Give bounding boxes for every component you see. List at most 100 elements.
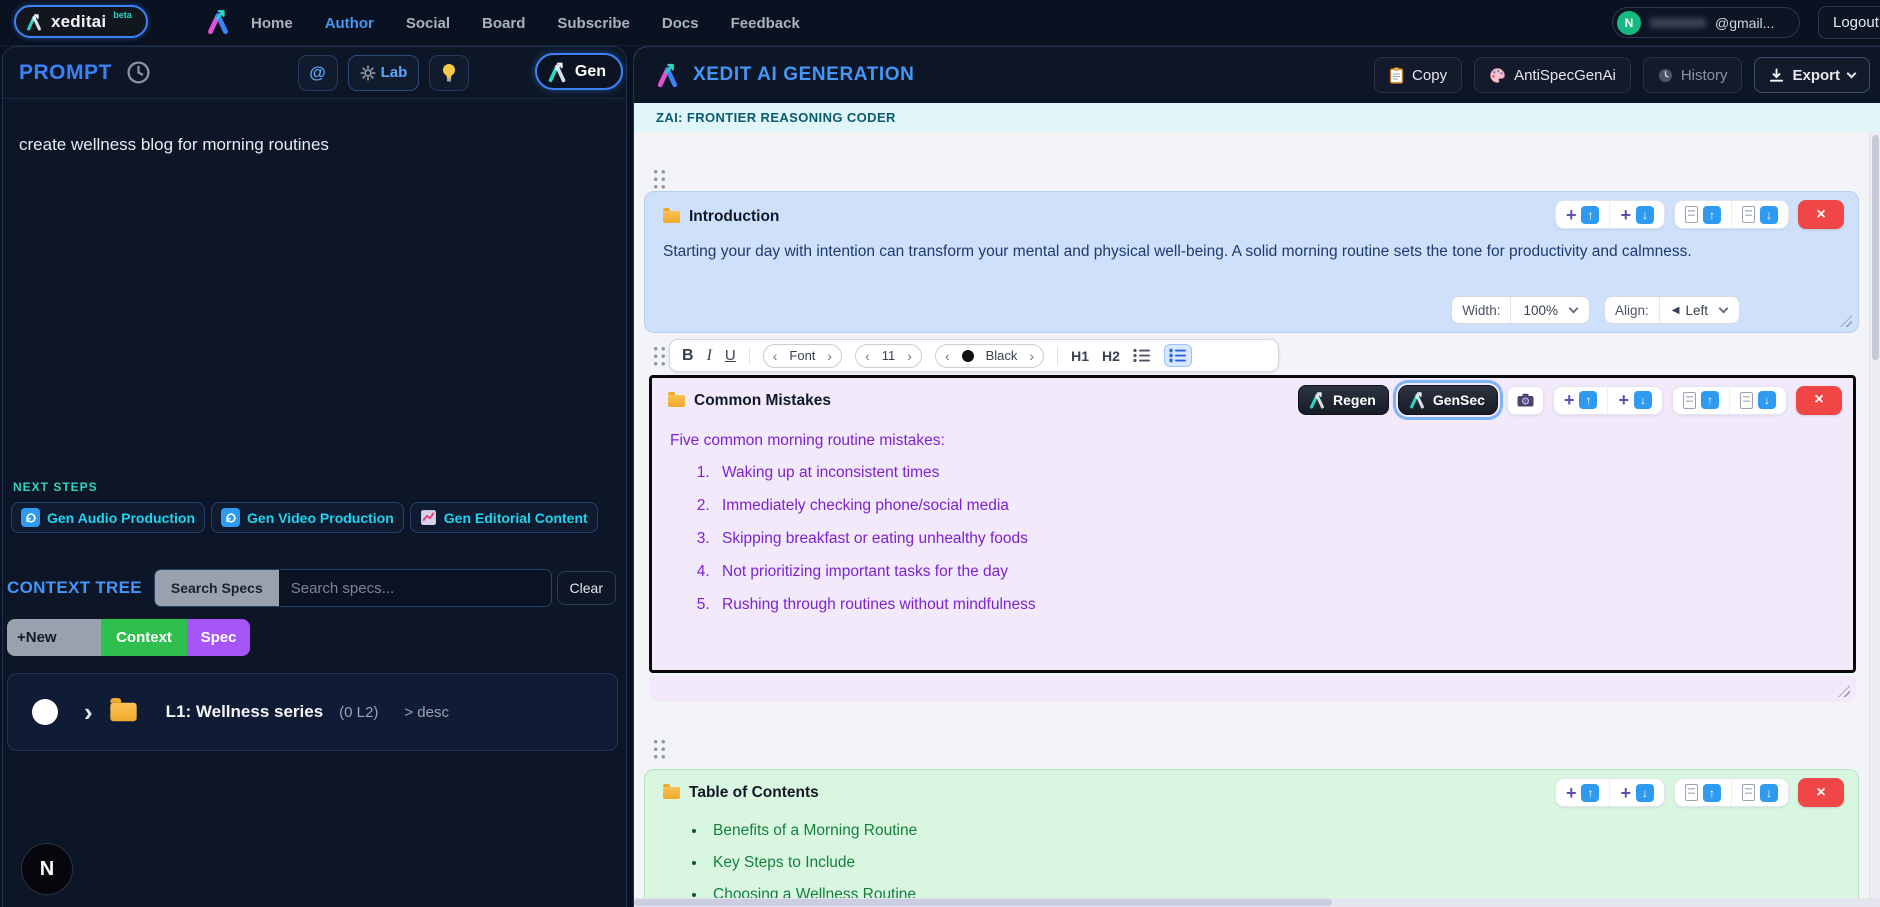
list-item[interactable]: Benefits of a Morning Routine	[707, 822, 1858, 840]
logout-button[interactable]: Logout	[1818, 6, 1880, 39]
close-icon: ×	[1816, 205, 1826, 223]
align-control: Align: ◀ Left	[1603, 296, 1740, 324]
section-body-text[interactable]: Five common morning routine mistakes:	[652, 410, 1853, 450]
section-common-mistakes[interactable]: Common Mistakes Regen GenSec + ↑ + ↓ ↑ ↓…	[649, 375, 1856, 673]
spec-toggle-button[interactable]: Spec	[187, 619, 250, 656]
prev-font-icon[interactable]: ‹	[773, 348, 778, 364]
document-icon	[1742, 784, 1755, 801]
next-steps-label: NEXT STEPS	[13, 480, 98, 494]
snapshot-button[interactable]	[1506, 385, 1544, 415]
profile-avatar[interactable]: N	[21, 843, 73, 895]
font-stepper[interactable]: ‹ Font ›	[762, 343, 843, 368]
add-section-above-button[interactable]: + ↑	[1554, 387, 1608, 414]
section-drag-handle[interactable]	[652, 345, 667, 367]
next-font-icon[interactable]: ›	[827, 348, 832, 364]
mention-button[interactable]: @	[297, 54, 338, 91]
gen-audio-button[interactable]: Gen Audio Production	[11, 502, 206, 533]
resize-handle[interactable]	[1840, 315, 1852, 327]
clear-search-button[interactable]: Clear	[556, 571, 616, 605]
bullet-list-button[interactable]	[1133, 348, 1151, 363]
spec-search-input[interactable]	[278, 570, 551, 606]
width-select[interactable]: 100%	[1511, 297, 1589, 323]
section-drag-handle[interactable]	[652, 738, 667, 760]
increase-size-icon[interactable]: ›	[907, 348, 912, 364]
tree-item-wellness-series[interactable]: › L1: Wellness series (0 L2) > desc	[7, 673, 618, 751]
section-body-text[interactable]: Starting your day with intention can tra…	[645, 226, 1830, 266]
nav-item-social[interactable]: Social	[406, 15, 450, 32]
history-clock-icon[interactable]	[126, 60, 151, 85]
app-logo[interactable]: xeditai beta	[14, 5, 148, 38]
delete-section-button[interactable]: ×	[1798, 778, 1844, 807]
gensec-button[interactable]: GenSec	[1397, 385, 1498, 415]
list-item[interactable]: Key Steps to Include	[707, 854, 1858, 872]
paste-above-button[interactable]: ↑	[1675, 779, 1731, 806]
list-item[interactable]: Immediately checking phone/social media	[714, 497, 1853, 515]
scrollbar-thumb[interactable]	[634, 899, 1332, 906]
regen-button[interactable]: Regen	[1298, 385, 1389, 415]
export-button[interactable]: Export	[1754, 57, 1870, 93]
numbered-list-button[interactable]	[1163, 344, 1192, 367]
add-section-below-button[interactable]: + ↓	[1607, 386, 1662, 414]
list-item[interactable]: Waking up at inconsistent times	[714, 464, 1853, 482]
resize-handle[interactable]	[1838, 685, 1850, 697]
context-toggle-button[interactable]: Context	[101, 619, 187, 656]
generation-header: XEDIT AI GENERATION Copy AntiSpecGenAi H…	[634, 47, 1880, 103]
font-size-stepper[interactable]: ‹ 11 ›	[855, 343, 922, 368]
idea-button[interactable]	[429, 54, 470, 91]
nav-item-home[interactable]: Home	[251, 15, 293, 32]
italic-button[interactable]: I	[707, 347, 712, 365]
add-section-above-button[interactable]: + ↑	[1556, 201, 1610, 228]
nav-item-docs[interactable]: Docs	[662, 15, 699, 32]
gen-video-button[interactable]: Gen Video Production	[211, 502, 404, 533]
mistakes-list[interactable]: Waking up at inconsistent times Immediat…	[714, 464, 1853, 614]
add-section-below-button[interactable]: + ↓	[1609, 201, 1664, 228]
heading2-button[interactable]: H2	[1102, 348, 1120, 364]
list-item[interactable]: Not prioritizing important tasks for the…	[714, 563, 1853, 581]
bold-button[interactable]: B	[682, 347, 694, 365]
heading1-button[interactable]: H1	[1071, 348, 1089, 364]
generate-button[interactable]: Gen	[534, 53, 623, 90]
align-select[interactable]: ◀ Left	[1660, 297, 1739, 323]
nav-item-author[interactable]: Author	[325, 15, 374, 32]
list-item[interactable]: Choosing a Wellness Routine	[707, 886, 1858, 898]
tree-radio[interactable]	[32, 699, 58, 725]
delete-section-button[interactable]: ×	[1796, 385, 1842, 415]
list-item[interactable]: Skipping breakfast or eating unhealthy f…	[714, 530, 1853, 548]
gen-editorial-button[interactable]: Gen Editorial Content	[409, 502, 598, 533]
paste-below-button[interactable]: ↓	[1729, 386, 1786, 414]
next-color-icon[interactable]: ›	[1029, 348, 1034, 364]
color-stepper[interactable]: ‹ Black ›	[934, 343, 1045, 368]
list-item[interactable]: Rushing through routines without mindful…	[714, 596, 1853, 614]
paste-below-button[interactable]: ↓	[1731, 779, 1788, 806]
document-icon	[1685, 206, 1698, 223]
vertical-scrollbar[interactable]	[1869, 132, 1880, 898]
underline-button[interactable]: U	[725, 347, 736, 364]
history-button[interactable]: History	[1642, 57, 1743, 93]
add-section-below-button[interactable]: + ↓	[1609, 779, 1664, 806]
section-introduction[interactable]: Introduction + ↑ + ↓ ↑ ↓ × Starting your…	[644, 191, 1859, 333]
paste-above-button[interactable]: ↑	[1675, 201, 1731, 228]
tree-item-desc[interactable]: > desc	[404, 704, 449, 721]
add-section-above-button[interactable]: + ↑	[1556, 779, 1610, 806]
prompt-input[interactable]: create wellness blog for morning routine…	[3, 99, 626, 155]
prev-color-icon[interactable]: ‹	[945, 348, 950, 364]
section-table-of-contents[interactable]: Table of Contents + ↑ + ↓ ↑ ↓ × • Benefi…	[644, 769, 1859, 898]
lab-button[interactable]: Lab	[347, 54, 420, 91]
toc-list[interactable]: Benefits of a Morning Routine Key Steps …	[707, 822, 1858, 898]
scrollbar-thumb[interactable]	[1872, 135, 1879, 360]
section-drag-handle[interactable]	[652, 168, 667, 190]
gen-audio-label: Gen Audio Production	[47, 509, 196, 526]
nav-item-board[interactable]: Board	[482, 15, 525, 32]
horizontal-scrollbar[interactable]	[634, 898, 1880, 907]
new-node-button[interactable]: +New	[7, 619, 101, 656]
user-account-pill[interactable]: N @gmail...	[1612, 7, 1800, 38]
copy-button[interactable]: Copy	[1374, 57, 1463, 93]
delete-section-button[interactable]: ×	[1798, 200, 1844, 229]
paste-below-button[interactable]: ↓	[1731, 201, 1788, 228]
expand-chevron-icon[interactable]: ›	[84, 699, 93, 725]
paste-above-button[interactable]: ↑	[1673, 387, 1729, 414]
antispec-button[interactable]: AntiSpecGenAi	[1474, 57, 1631, 93]
nav-item-feedback[interactable]: Feedback	[731, 15, 800, 32]
nav-item-subscribe[interactable]: Subscribe	[557, 15, 630, 32]
decrease-size-icon[interactable]: ‹	[865, 348, 870, 364]
